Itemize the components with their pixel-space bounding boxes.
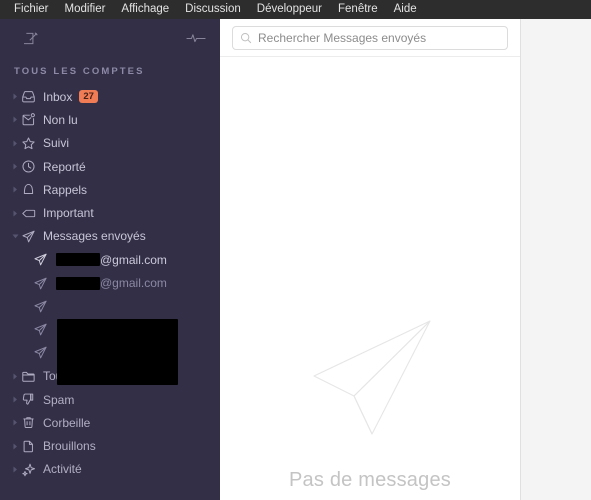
redacted-text [56, 276, 100, 290]
paper-plane-icon [33, 252, 56, 267]
paper-plane-icon [33, 322, 56, 337]
sidebar: TOUS LES COMPTES Inbox 27 Non lu Suivi R… [0, 19, 220, 500]
redacted-block [57, 319, 178, 385]
tag-icon [21, 206, 43, 221]
app-window: Fichier Modifier Affichage Discussion Dé… [0, 0, 591, 500]
sidebar-item-activite[interactable]: Activité [0, 458, 220, 481]
sidebar-account-row[interactable]: @gmail.com [0, 248, 220, 271]
star-icon [21, 136, 43, 151]
chevron-right-icon[interactable] [10, 116, 21, 123]
account-domain: @gmail.com [100, 276, 167, 291]
sidebar-item-corbeille[interactable]: Corbeille [0, 411, 220, 434]
sidebar-item-important[interactable]: Important [0, 201, 220, 224]
chevron-right-icon[interactable] [10, 210, 21, 217]
search-input[interactable] [258, 30, 500, 45]
menubar: Fichier Modifier Affichage Discussion Dé… [0, 0, 591, 19]
thumbs-down-icon [21, 392, 43, 407]
paper-plane-icon [33, 276, 56, 291]
paper-plane-icon [33, 345, 56, 360]
sidebar-item-suivi[interactable]: Suivi [0, 132, 220, 155]
sidebar-item-messages-envoyes[interactable]: Messages envoyés [0, 225, 220, 248]
menu-item-fichier[interactable]: Fichier [6, 0, 57, 19]
sidebar-item-label: Important [43, 206, 94, 221]
trash-icon [21, 415, 43, 430]
clock-icon [21, 159, 43, 174]
chevron-right-icon[interactable] [10, 163, 21, 170]
sidebar-account-row[interactable]: @gmail.com [0, 271, 220, 294]
sidebar-account-label: @gmail.com [56, 253, 167, 267]
message-list-panel: Pas de messages [220, 19, 521, 500]
menu-item-modifier[interactable]: Modifier [57, 0, 114, 19]
sidebar-item-label: Non lu [43, 112, 78, 127]
sidebar-item-brouillons[interactable]: Brouillons [0, 434, 220, 457]
paper-plane-outline-icon [300, 308, 440, 443]
menu-item-discussion[interactable]: Discussion [177, 0, 249, 19]
paper-plane-icon [33, 299, 56, 314]
chevron-right-icon[interactable] [10, 396, 21, 403]
sidebar-item-label: Messages envoyés [43, 229, 146, 244]
sidebar-item-reporte[interactable]: Reporté [0, 155, 220, 178]
menu-item-developpeur[interactable]: Développeur [249, 0, 330, 19]
activity-sparkle-icon [21, 462, 43, 477]
menu-item-aide[interactable]: Aide [386, 0, 425, 19]
sidebar-section-title: TOUS LES COMPTES [14, 66, 145, 77]
document-icon [21, 439, 43, 454]
sidebar-item-rappels[interactable]: Rappels [0, 178, 220, 201]
search-box[interactable] [232, 25, 508, 50]
sidebar-item-non-lu[interactable]: Non lu [0, 108, 220, 131]
chevron-down-icon[interactable] [10, 234, 21, 239]
empty-state: Pas de messages [220, 57, 520, 500]
sidebar-item-label: Inbox [43, 89, 73, 104]
search-icon [240, 32, 252, 44]
sidebar-item-label: Spam [43, 392, 75, 407]
sidebar-item-label: Reporté [43, 159, 86, 174]
menu-item-fenetre[interactable]: Fenêtre [330, 0, 386, 19]
chevron-right-icon[interactable] [10, 186, 21, 193]
paper-plane-icon [21, 229, 43, 244]
compose-icon[interactable] [24, 31, 39, 46]
redacted-text [56, 253, 100, 267]
reading-pane [521, 19, 591, 500]
sidebar-account-row[interactable] [0, 295, 220, 318]
menu-item-affichage[interactable]: Affichage [113, 0, 177, 19]
sidebar-item-label: Brouillons [43, 439, 96, 454]
chevron-right-icon[interactable] [10, 93, 21, 100]
unread-envelope-icon [21, 112, 43, 127]
sidebar-item-spam[interactable]: Spam [0, 388, 220, 411]
chevron-right-icon[interactable] [10, 373, 21, 380]
sidebar-item-label: Rappels [43, 182, 88, 197]
pulse-icon[interactable] [186, 31, 206, 45]
sidebar-item-label: Suivi [43, 136, 70, 151]
sidebar-item-label: Activité [43, 462, 82, 477]
status-badge: 27 [79, 90, 98, 104]
folder-icon [21, 369, 43, 384]
sidebar-item-label: Corbeille [43, 415, 91, 430]
chevron-right-icon[interactable] [10, 443, 21, 450]
inbox-icon [21, 89, 43, 104]
bell-icon [21, 182, 43, 197]
account-domain: @gmail.com [100, 252, 167, 267]
chevron-right-icon[interactable] [10, 466, 21, 473]
search-bar [220, 19, 520, 57]
chevron-right-icon[interactable] [10, 140, 21, 147]
chevron-right-icon[interactable] [10, 419, 21, 426]
sidebar-item-inbox[interactable]: Inbox 27 [0, 85, 220, 108]
empty-state-text: Pas de messages [289, 469, 451, 491]
sidebar-toolbar [0, 19, 220, 57]
sidebar-account-label: @gmail.com [56, 276, 167, 290]
